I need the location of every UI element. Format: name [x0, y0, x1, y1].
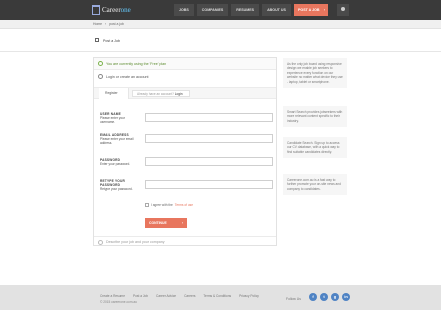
- terms-checkbox[interactable]: [145, 203, 149, 207]
- retype-password-label: RETYPE YOUR PASSWORD Retype your passwor…: [100, 179, 140, 192]
- nav-item-about-us[interactable]: ABOUT US: [262, 4, 291, 16]
- retype-password-hint: Retype your password.: [100, 187, 133, 192]
- nav-item-companies[interactable]: COMPANIES: [196, 4, 229, 16]
- breadcrumb-current: post a job: [109, 22, 124, 26]
- username-hint: Please enter your username.: [100, 116, 125, 125]
- terms-row: I agree with the Terms of use: [145, 203, 193, 207]
- tip-smart-search: Smart Search provides jobseekers with mo…: [283, 106, 347, 128]
- post-a-job-button[interactable]: POST A JOB ›: [294, 4, 328, 16]
- careerone-logo[interactable]: Careerone: [92, 3, 131, 17]
- breadcrumb-bar: Home › post a job: [0, 20, 441, 29]
- follow-us-label: Follow Us: [286, 297, 301, 301]
- continue-button[interactable]: CONTINUE ›: [145, 218, 187, 228]
- footer-link-terms[interactable]: Terms & Conditions: [203, 294, 231, 298]
- retype-password-caption: RETYPE YOUR PASSWORD: [100, 179, 125, 188]
- password-label: PASSWORD Enter your password.: [100, 158, 140, 166]
- footer-link-create-resume[interactable]: Create a Resume: [100, 294, 125, 298]
- nav-item-jobs[interactable]: JOBS: [174, 4, 194, 16]
- tip-promote: Careerone.com.au is a fast way to furthe…: [283, 174, 347, 196]
- email-input[interactable]: [145, 134, 273, 143]
- linkedin-icon[interactable]: in: [342, 293, 350, 301]
- step-login-header[interactable]: Login or create an account: [94, 71, 276, 81]
- check-circle-icon: [98, 61, 103, 66]
- password-input[interactable]: [145, 157, 273, 166]
- nav-item-resumes[interactable]: RESUMES: [231, 4, 260, 16]
- twitter-icon[interactable]: t: [320, 293, 328, 301]
- continue-label: CONTINUE: [149, 221, 167, 225]
- tip-responsive: As the only job board using responsive d…: [283, 58, 347, 89]
- breadcrumb-separator: ›: [105, 22, 107, 26]
- username-input[interactable]: [145, 113, 273, 122]
- logo-text-b: one: [120, 6, 131, 14]
- chevron-right-icon: ›: [323, 8, 325, 12]
- page-header: Post a Job: [0, 29, 441, 52]
- breadcrumb: Home › post a job: [93, 22, 124, 26]
- breadcrumb-home[interactable]: Home: [93, 22, 102, 26]
- footer-link-careers[interactable]: Careers: [184, 294, 195, 298]
- email-label: EMAIL ADDRESS Please enter your email ad…: [100, 133, 140, 146]
- copyright: © 2015 careerone.com.au: [100, 300, 137, 304]
- step-circle-icon: [98, 74, 103, 79]
- tab-register[interactable]: Register: [99, 88, 129, 99]
- step-describe-title: Describe your job and your company: [106, 240, 165, 244]
- footer-link-career-advice[interactable]: Career Advice: [156, 294, 176, 298]
- step-circle-icon: [98, 240, 103, 245]
- step-login-title: Login or create an account: [106, 75, 149, 79]
- login-link[interactable]: Login: [175, 92, 183, 96]
- top-navbar: Careerone JOBS COMPANIES RESUMES ABOUT U…: [0, 0, 441, 20]
- password-hint: Enter your password.: [100, 162, 131, 167]
- plan-notice-text: You are currently using the 'Free' plan: [106, 62, 167, 66]
- footer: Create a Resume Post a Job Career Advice…: [0, 285, 441, 310]
- user-account-icon[interactable]: [337, 4, 349, 16]
- chevron-right-icon: ›: [181, 221, 183, 225]
- document-icon: [95, 38, 99, 42]
- account-tabs: Register Already have an account? Login: [94, 87, 276, 99]
- footer-link-privacy[interactable]: Privacy Policy: [239, 294, 259, 298]
- tip-candidate-search: Candidate Search. Sign up to access our …: [283, 137, 347, 159]
- terms-prefix: I agree with the: [151, 203, 173, 207]
- facebook-icon[interactable]: f: [309, 293, 317, 301]
- google-plus-icon[interactable]: g: [331, 293, 339, 301]
- login-prompt: Already have an account?: [137, 92, 174, 96]
- username-label: USER NAME Please enter your username.: [100, 112, 140, 125]
- footer-link-post-job[interactable]: Post a Job: [133, 294, 148, 298]
- post-a-job-label: POST A JOB: [298, 8, 320, 12]
- logo-icon: [92, 5, 100, 15]
- terms-link[interactable]: Terms of use: [175, 203, 193, 207]
- tab-login[interactable]: Already have an account? Login: [132, 90, 190, 97]
- email-hint: Please enter your email address.: [100, 137, 134, 146]
- logo-text-a: Career: [102, 6, 121, 14]
- post-job-panel: You are currently using the 'Free' plan …: [93, 57, 277, 246]
- footer-links: Create a Resume Post a Job Career Advice…: [100, 294, 259, 298]
- page-title: Post a Job: [103, 39, 120, 43]
- plan-notice: You are currently using the 'Free' plan: [94, 58, 276, 70]
- retype-password-input[interactable]: [145, 180, 273, 189]
- step-describe-header[interactable]: Describe your job and your company: [94, 236, 276, 246]
